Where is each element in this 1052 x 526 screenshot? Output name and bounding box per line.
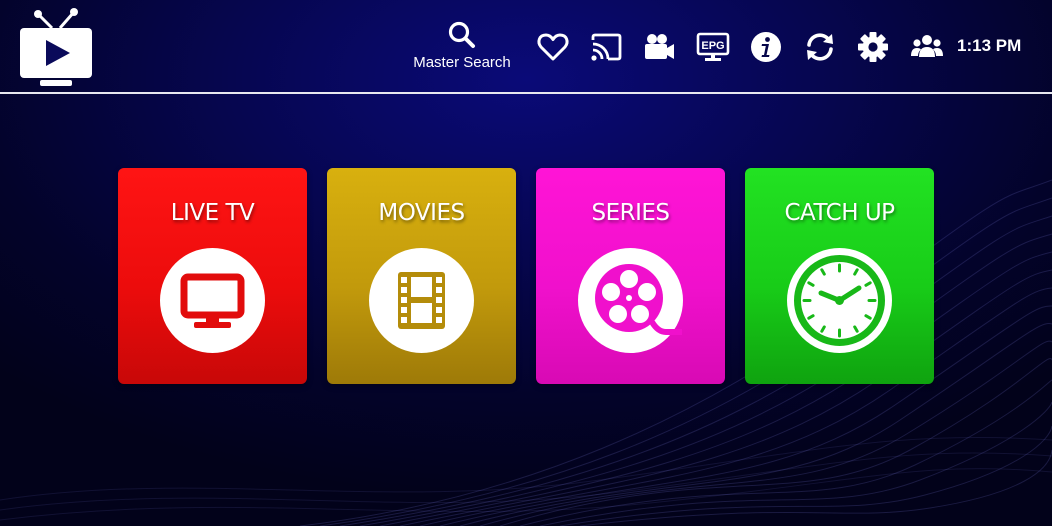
movies-icon-circle (369, 248, 474, 353)
catch-up-label: CATCH UP (784, 200, 895, 226)
info-button[interactable] (749, 30, 783, 64)
gear-icon (858, 32, 888, 62)
movies-label: MOVIES (378, 200, 465, 226)
master-search-label: Master Search (413, 54, 511, 71)
recordings-button[interactable] (642, 30, 676, 64)
catch-up-tile[interactable]: CATCH UP (745, 168, 934, 384)
refresh-icon (807, 33, 833, 61)
users-icon (911, 35, 943, 57)
film-reel-icon (595, 264, 682, 335)
video-camera-icon (645, 34, 674, 59)
clock-icon (794, 255, 885, 346)
cast-button[interactable] (589, 30, 623, 64)
epg-button[interactable]: EPG (696, 30, 730, 64)
live-tv-tile[interactable]: LIVE TV (118, 168, 307, 384)
master-search-button[interactable]: Master Search (404, 20, 520, 72)
favorites-button[interactable] (536, 30, 570, 64)
film-strip-icon (398, 272, 445, 329)
live-tv-icon-circle (160, 248, 265, 353)
live-tv-label: LIVE TV (170, 200, 255, 226)
movies-tile[interactable]: MOVIES (327, 168, 516, 384)
users-button[interactable] (910, 30, 944, 64)
catch-up-icon-circle (787, 248, 892, 353)
info-icon (751, 32, 781, 62)
epg-icon-label: EPG (701, 40, 724, 52)
refresh-button[interactable] (803, 30, 837, 64)
series-icon-circle (578, 248, 683, 353)
cast-icon (591, 33, 622, 61)
epg-icon: EPG (696, 32, 730, 61)
current-time: 1:13 PM (957, 36, 1022, 55)
series-label: SERIES (591, 200, 670, 226)
tv-monitor-icon (180, 273, 245, 328)
tv-logo-icon (16, 8, 96, 88)
series-tile[interactable]: SERIES (536, 168, 725, 384)
heart-icon (537, 33, 569, 61)
header-divider (0, 92, 1052, 94)
search-icon (448, 21, 475, 48)
top-bar: Master Search EPG 1:13 PM (0, 0, 1052, 92)
settings-button[interactable] (856, 30, 890, 64)
